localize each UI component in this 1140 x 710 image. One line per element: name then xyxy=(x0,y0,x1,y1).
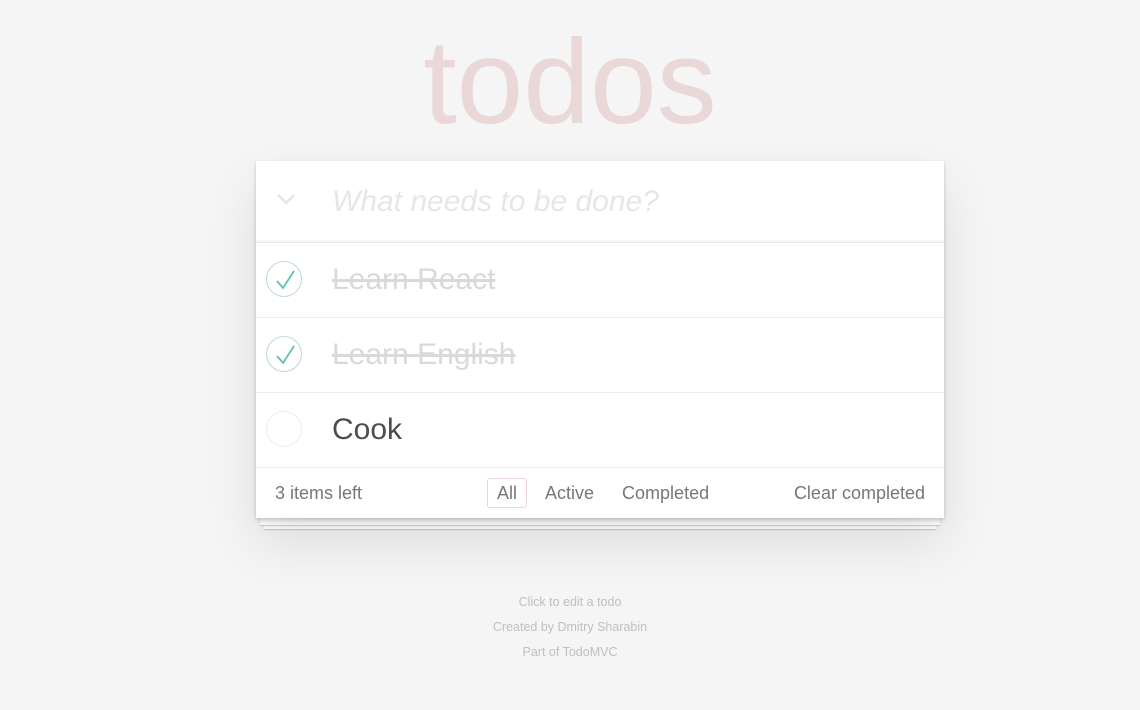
chevron-down-icon xyxy=(277,194,295,205)
info-todomvc: Part of TodoMVC xyxy=(522,645,618,659)
filter-all-link[interactable]: All xyxy=(487,478,528,508)
app-title: todos xyxy=(423,15,717,149)
info-footer: Click to edit a todo Created by Dmitry S… xyxy=(0,594,1140,669)
info-author: Created by Dmitry Sharabin xyxy=(492,620,648,634)
toggle-all-button[interactable] xyxy=(270,183,302,223)
todo-label[interactable]: Learn React xyxy=(332,243,495,317)
checkmark-icon xyxy=(276,345,295,365)
items-left-count: 3 items left xyxy=(275,483,363,503)
todo-label[interactable]: Learn English xyxy=(332,318,515,392)
todo-list: Learn React Learn English Cook xyxy=(256,243,944,468)
new-todo-row xyxy=(256,161,944,243)
info-edit-hint: Click to edit a todo xyxy=(518,595,622,609)
todo-label[interactable]: Cook xyxy=(332,393,402,467)
todo-toggle-checkbox[interactable] xyxy=(266,336,302,372)
todo-toggle-checkbox[interactable] xyxy=(266,411,302,447)
todo-item[interactable]: Cook xyxy=(256,393,944,468)
clear-completed-button[interactable]: Clear completed xyxy=(794,468,925,518)
todo-item[interactable]: Learn React xyxy=(256,243,944,318)
filter-completed-link[interactable]: Completed xyxy=(612,478,719,508)
todo-footer: 3 items left All Active Completed Clear … xyxy=(256,468,944,518)
todo-item[interactable]: Learn English xyxy=(256,318,944,393)
filter-active-link[interactable]: Active xyxy=(535,478,604,508)
todo-app-panel: Learn React Learn English Cook 3 items l… xyxy=(256,161,944,518)
filter-list: All Active Completed xyxy=(487,478,719,508)
new-todo-input[interactable] xyxy=(316,161,926,242)
checkmark-icon xyxy=(276,270,295,290)
todo-toggle-checkbox[interactable] xyxy=(266,261,302,297)
